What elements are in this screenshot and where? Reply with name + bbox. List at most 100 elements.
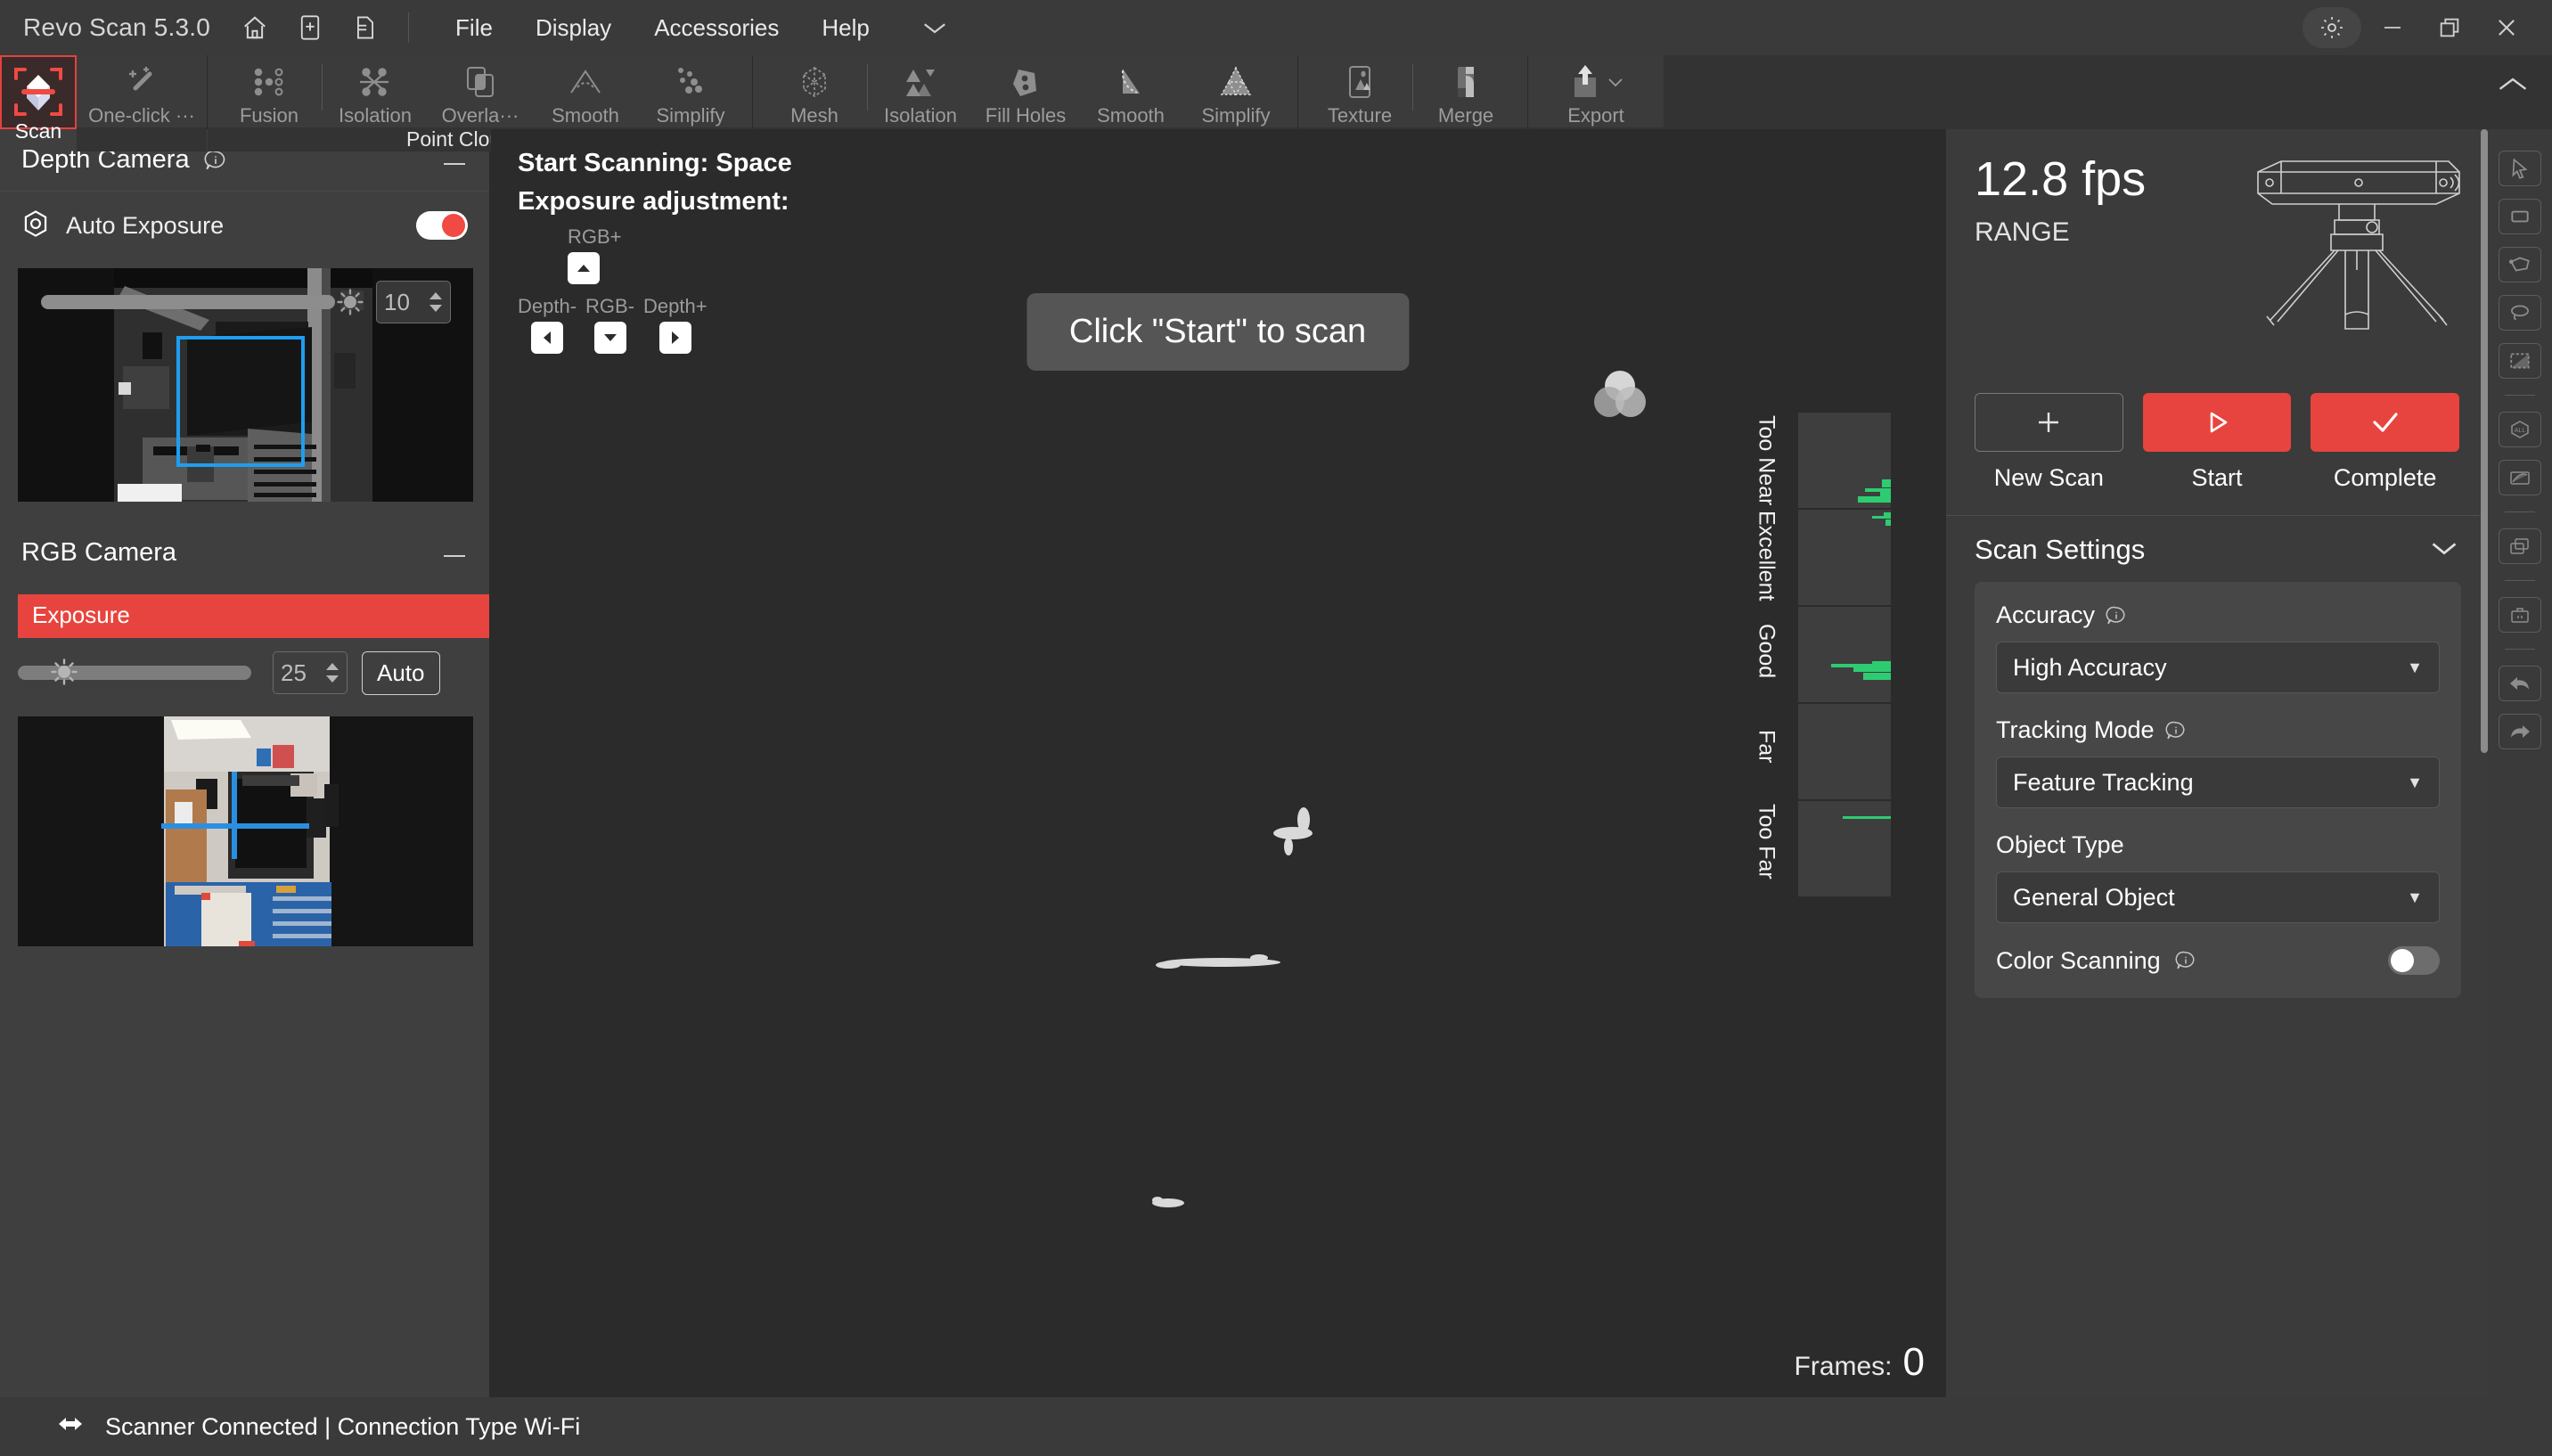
cursor-select-icon[interactable] — [2499, 151, 2541, 186]
menu-accessories[interactable]: Accessories — [633, 5, 800, 51]
tool-pc-isolation[interactable]: Isolation — [323, 59, 428, 127]
mesh-icon — [795, 63, 834, 101]
info-icon[interactable] — [2106, 605, 2127, 626]
home-icon[interactable] — [237, 10, 273, 45]
lasso-select-icon[interactable] — [2499, 295, 2541, 331]
rgb-auto-button[interactable]: Auto — [362, 650, 440, 695]
color-scanning-toggle[interactable] — [2388, 946, 2440, 975]
polygon-select-icon[interactable] — [2499, 247, 2541, 282]
close-icon[interactable] — [2481, 7, 2532, 48]
key-label-depth-minus: Depth- — [518, 295, 577, 317]
redo-icon[interactable] — [2499, 714, 2541, 749]
object-type-label: Object Type — [1996, 831, 2124, 858]
status-text: Scanner Connected | Connection Type Wi-F… — [105, 1412, 581, 1440]
color-scanning-label: Color Scanning — [1996, 946, 2161, 974]
stepper-arrows[interactable] — [325, 662, 339, 683]
depth-preview-wrap: 10 — [18, 268, 473, 502]
chevron-down-icon[interactable] — [2429, 538, 2459, 562]
plane-cut-icon[interactable] — [2499, 343, 2541, 379]
info-icon[interactable] — [2165, 720, 2187, 741]
tracking-mode-select[interactable]: Feature Tracking ▼ — [1996, 757, 2440, 808]
scan-settings-header[interactable]: Scan Settings — [1946, 516, 2488, 577]
scrollbar-thumb[interactable] — [2481, 129, 2488, 753]
restore-icon[interactable] — [2424, 7, 2475, 48]
tool-merge[interactable]: Merge — [1413, 59, 1518, 127]
rgb-exposure-slider[interactable] — [18, 658, 251, 685]
menu-help[interactable]: Help — [800, 5, 890, 51]
complete-button[interactable]: Complete — [2311, 393, 2460, 492]
spheres-icon[interactable] — [1591, 364, 1648, 426]
info-icon[interactable] — [2175, 950, 2196, 971]
undo-icon[interactable] — [2499, 666, 2541, 701]
tool-export[interactable]: Export — [1537, 59, 1655, 127]
svg-text:ALL: ALL — [2515, 428, 2526, 434]
tool-texture[interactable]: Texture — [1307, 59, 1412, 127]
tool-overlap[interactable]: Overla··· — [428, 59, 533, 127]
tool-mesh-isolation[interactable]: Isolation — [868, 59, 973, 127]
hint-exposure-adjustment: Exposure adjustment: — [518, 187, 789, 216]
tool-one-click[interactable]: One-click ··· — [88, 59, 195, 127]
accuracy-value: High Accuracy — [2013, 653, 2167, 681]
start-button[interactable]: Start — [2142, 393, 2292, 492]
tool-pc-simplify[interactable]: Simplify — [638, 59, 743, 127]
new-project-icon[interactable] — [292, 10, 328, 45]
menu-file[interactable]: File — [434, 5, 514, 51]
edge-toolbar-divider — [2505, 511, 2535, 512]
tool-fill-holes[interactable]: Fill Holes — [973, 59, 1078, 127]
auto-exposure-toggle[interactable] — [416, 211, 468, 240]
titlebar-quick-icons — [237, 10, 383, 45]
new-scan-button[interactable]: New Scan — [1975, 393, 2123, 492]
brightness-icon — [51, 658, 78, 685]
right-panel-scrollbar[interactable] — [2481, 129, 2488, 1397]
key-left-icon[interactable] — [531, 322, 564, 354]
key-right-icon[interactable] — [658, 322, 691, 354]
chevron-down-icon[interactable] — [921, 19, 948, 37]
object-type-select[interactable]: General Object ▼ — [1996, 871, 2440, 923]
mesh-simplify-icon — [1216, 63, 1256, 101]
depth-exposure-slider[interactable] — [41, 295, 335, 309]
rectangle-select-icon[interactable] — [2499, 199, 2541, 234]
duplicate-icon[interactable] — [2499, 528, 2541, 564]
tool-mesh-isolation-label: Isolation — [884, 104, 957, 127]
rgb-camera-preview[interactable] — [18, 716, 473, 946]
histogram-cell-2 — [1798, 607, 1891, 702]
tool-overlap-label: Overla··· — [441, 104, 519, 127]
edge-toolbar-divider — [2505, 649, 2535, 650]
histogram-bar — [1853, 667, 1891, 673]
accuracy-label: Accuracy — [1996, 601, 2096, 628]
minimize-icon[interactable] — [2367, 7, 2418, 48]
key-down-icon[interactable] — [593, 322, 626, 354]
menu-bar: File Display Accessories Help — [434, 5, 891, 51]
rgb-exposure-tab[interactable]: Exposure — [18, 594, 489, 638]
viewport[interactable]: Start Scanning: Space Exposure adjustmen… — [491, 129, 2351, 1397]
ribbon-tab-scan[interactable]: Scan — [0, 55, 77, 143]
histogram-bar — [1881, 479, 1891, 487]
invert-selection-icon[interactable] — [2499, 460, 2541, 495]
depth-exposure-stepper[interactable]: 10 — [376, 281, 451, 323]
key-up-icon[interactable] — [568, 252, 600, 284]
minimize-icon[interactable] — [441, 538, 468, 567]
chevron-up-icon[interactable] — [2497, 75, 2529, 99]
stepper-arrows[interactable] — [429, 291, 443, 313]
tool-mesh-simplify[interactable]: Simplify — [1183, 59, 1288, 127]
simplify-icon — [671, 63, 710, 101]
toolbox-icon[interactable] — [2499, 597, 2541, 633]
select-all-icon[interactable]: ALL — [2499, 412, 2541, 447]
menu-display[interactable]: Display — [514, 5, 633, 51]
ribbon-group-oneclick-label — [77, 127, 207, 151]
accuracy-select[interactable]: High Accuracy ▼ — [1996, 642, 2440, 693]
rgb-exposure-stepper[interactable]: 25 — [273, 651, 348, 694]
tool-mesh[interactable]: Mesh — [762, 59, 867, 127]
info-icon[interactable] — [204, 149, 227, 172]
depth-exposure-value: 10 — [384, 288, 410, 315]
scanner-tripod-icon — [2245, 145, 2468, 341]
tool-pc-smooth[interactable]: Smooth — [533, 59, 638, 127]
rgb-exposure-row: 25 Auto — [0, 638, 489, 708]
tool-fusion[interactable]: Fusion — [217, 59, 322, 127]
open-folder-icon[interactable] — [348, 10, 383, 45]
main-body: Depth Camera Auto Exposure 10 RGB Camera… — [0, 129, 2552, 1397]
tool-mesh-smooth[interactable]: Smooth — [1078, 59, 1183, 127]
start-scan-prompt[interactable]: Click "Start" to scan — [1026, 293, 1410, 371]
gear-icon[interactable] — [2303, 7, 2361, 48]
app-title: Revo Scan 5.3.0 — [23, 13, 211, 41]
